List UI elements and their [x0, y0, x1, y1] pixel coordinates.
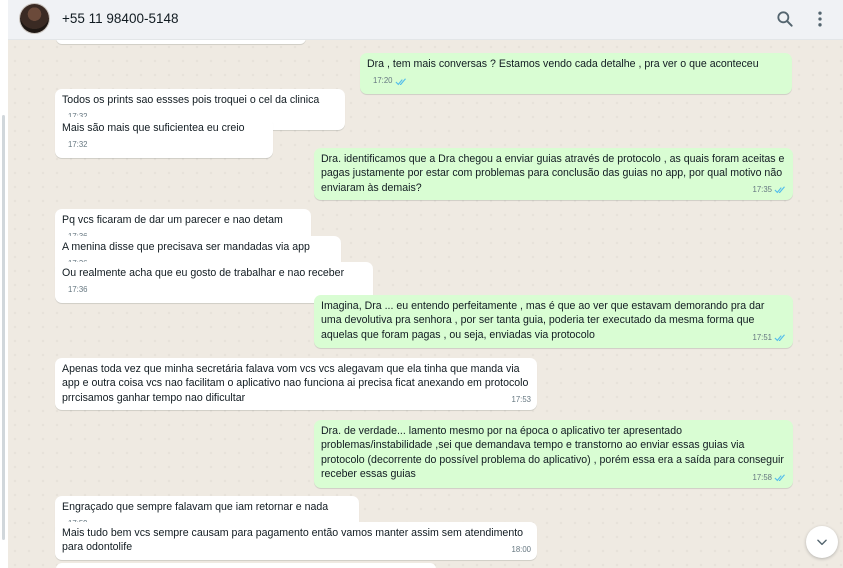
partial-message-bubble: [56, 563, 436, 568]
message-bubble-incoming[interactable]: Apenas toda vez que minha secretária fal…: [55, 358, 537, 410]
message-time: 17:53: [511, 394, 531, 404]
message-meta: 18:00: [511, 543, 531, 557]
message-meta: 17:32: [68, 138, 88, 152]
message-text: A menina disse que precisava ser mandada…: [62, 241, 310, 253]
message-bubble-incoming[interactable]: Mais são mais que suficientea eu creio 1…: [55, 117, 273, 158]
message-time: 17:36: [68, 285, 88, 295]
message-text: Dra. identificamos que a Dra chegou a en…: [321, 153, 785, 194]
message-time: 17:58: [752, 472, 772, 482]
chat-header: +55 11 98400-5148: [8, 0, 843, 40]
message-bubble-outgoing[interactable]: Dra , tem mais conversas ? Estamos vendo…: [360, 53, 792, 94]
message-text: Dra. de verdade... lamento mesmo por na …: [321, 425, 784, 481]
message-text: Mais são mais que suficientea eu creio: [62, 122, 245, 134]
message-text: Dra , tem mais conversas ? Estamos vendo…: [367, 58, 759, 70]
message-time: 17:35: [752, 184, 772, 194]
read-ticks-icon: [774, 334, 785, 342]
message-meta: 17:58: [752, 471, 787, 485]
message-time: 17:32: [68, 140, 88, 150]
left-scrollbar[interactable]: [2, 115, 5, 540]
partial-message-bubble: [56, 40, 306, 44]
message-list[interactable]: Dra , tem mais conversas ? Estamos vendo…: [8, 40, 843, 568]
chevron-down-icon: [817, 539, 827, 546]
message-meta: 17:36: [68, 283, 88, 297]
message-time: 17:20: [373, 76, 393, 86]
message-text: Engraçado que sempre falavam que iam ret…: [62, 501, 329, 513]
message-text: Imagina, Dra ... eu entendo perfeitament…: [321, 300, 765, 341]
message-text: Mais tudo bem vcs sempre causam para pag…: [62, 527, 524, 554]
message-text: Apenas toda vez que minha secretária fal…: [62, 363, 529, 404]
message-meta: 17:35: [752, 183, 787, 197]
message-time: 18:00: [511, 544, 531, 554]
message-bubble-outgoing[interactable]: Dra. identificamos que a Dra chegou a en…: [314, 148, 793, 200]
message-bubble-incoming[interactable]: Mais tudo bem vcs sempre causam para pag…: [55, 522, 537, 560]
message-meta: 17:53: [511, 393, 531, 407]
message-bubble-outgoing[interactable]: Imagina, Dra ... eu entendo perfeitament…: [314, 295, 793, 348]
message-meta: 17:20: [373, 74, 408, 88]
menu-icon[interactable]: [810, 9, 830, 29]
read-ticks-icon: [774, 186, 785, 194]
contact-name[interactable]: +55 11 98400-5148: [62, 11, 178, 26]
message-text: Todos os prints sao essses pois troquei …: [62, 94, 320, 106]
read-ticks-icon: [395, 78, 406, 85]
scroll-to-bottom-button[interactable]: [806, 526, 838, 558]
message-text: Pq vcs ficaram de dar um parecer e nao d…: [62, 214, 283, 226]
message-time: 17:51: [752, 332, 772, 342]
message-text: Ou realmente acha que eu gosto de trabal…: [62, 267, 345, 279]
search-icon[interactable]: [775, 9, 795, 29]
message-meta: 17:51: [752, 331, 787, 345]
avatar[interactable]: [20, 4, 49, 33]
message-bubble-outgoing[interactable]: Dra. de verdade... lamento mesmo por na …: [314, 420, 793, 488]
read-ticks-icon: [774, 474, 785, 482]
